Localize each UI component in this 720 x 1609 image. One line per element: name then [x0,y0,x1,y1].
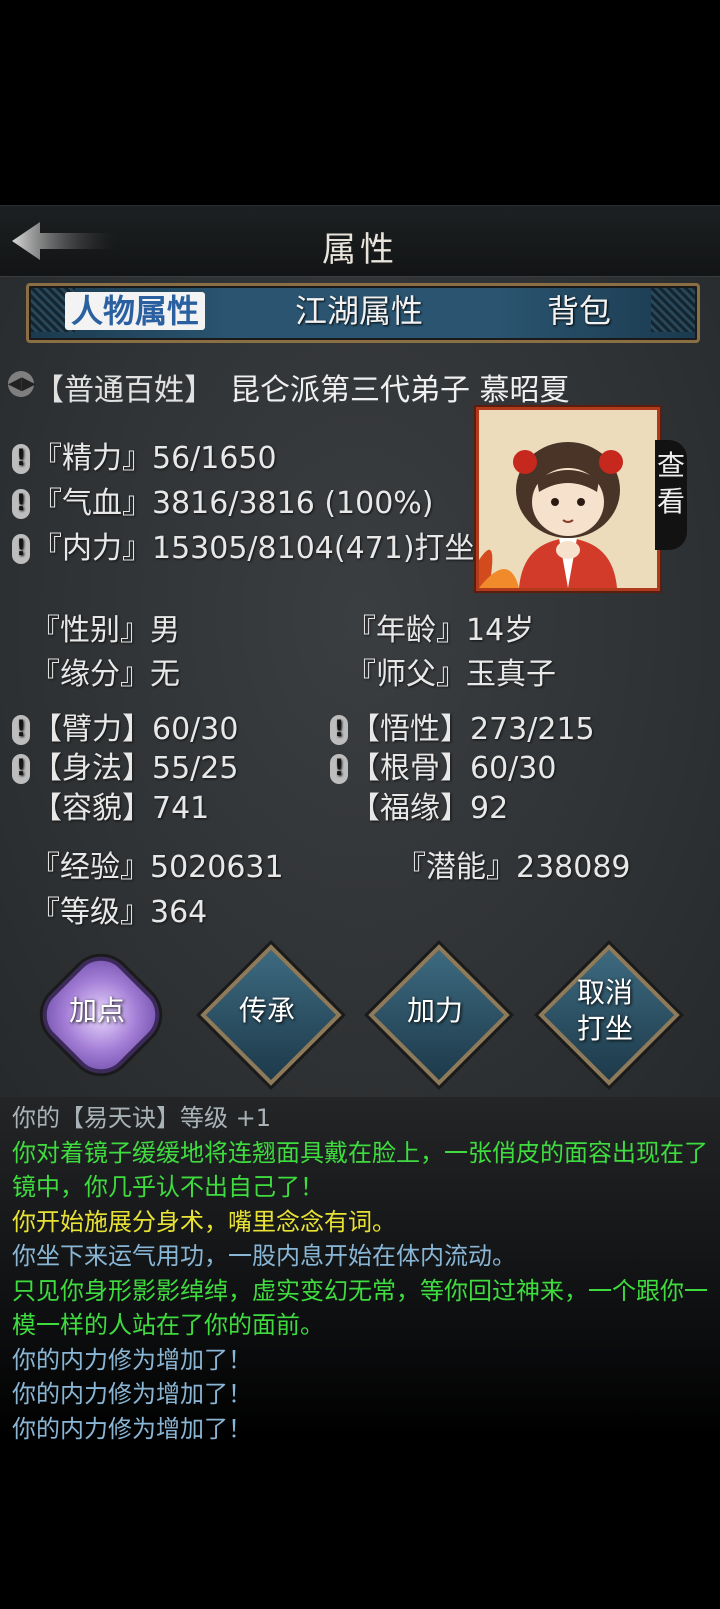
potential-stat: 『潜能』238089 [396,842,631,886]
fate-stat: 『缘分』无 [30,649,180,693]
tab-bar: 人物属性 江湖属性 背包 [26,283,700,343]
agility-stat: ! 【身法】55/25 [12,743,238,787]
tab-character-attributes[interactable]: 人物属性 [65,292,206,330]
log-line: 只见你身形影影绰绰，虚实变幻无常，等你回过神来，一个跟你一模一样的人站在了你的面… [12,1276,708,1340]
experience-value: 5020631 [150,850,284,885]
info-exclamation-icon[interactable]: ! [12,489,30,519]
health-stat: ! 『气血』3816/3816 (100%) [12,478,434,522]
inherit-label: 传承 [238,994,295,1027]
constitution-label: 【根骨】 [350,751,470,786]
top-bar: 属性 [0,205,720,278]
game-screen: 属性 人物属性 江湖属性 背包 ◀▶ 【普通百姓】 昆仑派第三代弟子 慕昭夏 !… [0,0,720,1609]
constitution-stat: ! 【根骨】60/30 [330,743,556,787]
potential-value: 238089 [516,850,631,885]
fortune-stat: 【福缘】92 [350,783,508,827]
experience-label: 『经验』 [30,850,150,885]
info-exclamation-icon[interactable]: ! [12,754,30,784]
page-title: 属性 [322,230,398,270]
info-exclamation-icon[interactable]: ! [12,534,30,564]
potential-label: 『潜能』 [396,850,516,885]
add-points-button[interactable]: 加点 [30,944,172,1086]
master-label: 『师父』 [346,657,466,692]
gender-stat: 『性别』男 [30,605,180,649]
bamboo-ornament-icon [651,288,695,332]
strength-stat: ! 【臂力】60/30 [12,704,238,748]
health-value: 3816/3816 (100%) [152,486,434,521]
fortune-label: 【福缘】 [350,791,470,826]
info-exclamation-icon[interactable]: ! [12,444,30,474]
add-force-button[interactable]: 加力 [368,944,510,1086]
add-points-label: 加点 [68,994,125,1027]
log-line: 你开始施展分身术，嘴里念念有词。 [12,1207,396,1236]
strength-label: 【臂力】 [32,712,152,747]
character-portrait[interactable] [476,407,660,591]
level-label: 『等级』 [30,895,150,930]
tab-backpack[interactable]: 背包 [541,292,617,330]
appearance-value: 741 [152,791,210,826]
agility-value: 55/25 [152,751,239,786]
stamina-value: 56/1650 [152,441,277,476]
age-stat: 『年龄』14岁 [346,605,534,649]
age-label: 『年龄』 [346,613,466,648]
inherit-button[interactable]: 传承 [200,944,342,1086]
comprehension-value: 273/215 [470,712,595,747]
log-line: 你坐下来运气用功，一股内息开始在体内流动。 [12,1242,516,1270]
experience-stat: 『经验』5020631 [30,842,284,886]
age-value: 14岁 [466,613,535,648]
stamina-stat: ! 『精力』56/1650 [12,433,277,477]
level-stat: 『等级』364 [30,887,207,931]
health-label: 『气血』 [32,486,152,521]
log-line: 你的内力修为增加了！ [12,1414,252,1443]
constitution-value: 60/30 [470,751,557,786]
comprehension-stat: ! 【悟性】273/215 [330,704,595,748]
internal-force-label: 『内力』 [32,531,152,566]
strength-value: 60/30 [152,712,239,747]
attributes-panel: 人物属性 江湖属性 背包 ◀▶ 【普通百姓】 昆仑派第三代弟子 慕昭夏 ! 『精力… [0,277,720,1125]
master-value: 玉真子 [466,657,556,692]
stamina-label: 『精力』 [32,441,152,476]
add-force-label: 加力 [406,994,463,1027]
log-line: 你的内力修为增加了！ [12,1345,252,1374]
fate-value: 无 [150,657,180,692]
gender-label: 『性别』 [30,613,150,648]
message-log[interactable]: 你的【易天诀】等级 +1 你对着镜子缓缓地将连翘面具戴在脸上，一张俏皮的面容出现… [0,1097,720,1443]
fortune-value: 92 [470,791,509,826]
info-exclamation-icon[interactable]: ! [330,754,348,784]
log-line: 你对着镜子缓缓地将连翘面具戴在脸上，一张俏皮的面容出现在了镜中，你几乎认不出自己… [12,1138,708,1202]
log-line: 你的【易天诀】等级 +1 [12,1104,272,1132]
tab-jianghu-attributes[interactable]: 江湖属性 [289,292,429,330]
master-stat: 『师父』玉真子 [346,649,556,693]
cancel-meditation-label: 取消 打坐 [576,976,633,1045]
character-identity: 昆仑派第三代弟子 慕昭夏 [230,373,570,408]
internal-force-stat: ! 『内力』15305/8104(471)打坐 [12,523,475,567]
cancel-meditation-button[interactable]: 取消 打坐 [538,944,680,1086]
rank-label: 【普通百姓】 [34,373,214,408]
log-line: 你的内力修为增加了！ [12,1380,252,1408]
agility-label: 【身法】 [32,751,152,786]
speaker-icon[interactable]: ◀▶ [8,371,36,397]
info-exclamation-icon[interactable]: ! [330,715,348,745]
appearance-stat: 【容貌】741 [32,783,209,827]
internal-force-value: 15305/8104(471)打坐 [152,531,475,566]
appearance-label: 【容貌】 [32,791,152,826]
comprehension-label: 【悟性】 [350,712,470,747]
info-exclamation-icon[interactable]: ! [12,715,30,745]
level-value: 364 [150,895,208,930]
view-button[interactable]: 查 看 [655,440,687,550]
fate-label: 『缘分』 [30,657,150,692]
gender-value: 男 [150,613,180,648]
